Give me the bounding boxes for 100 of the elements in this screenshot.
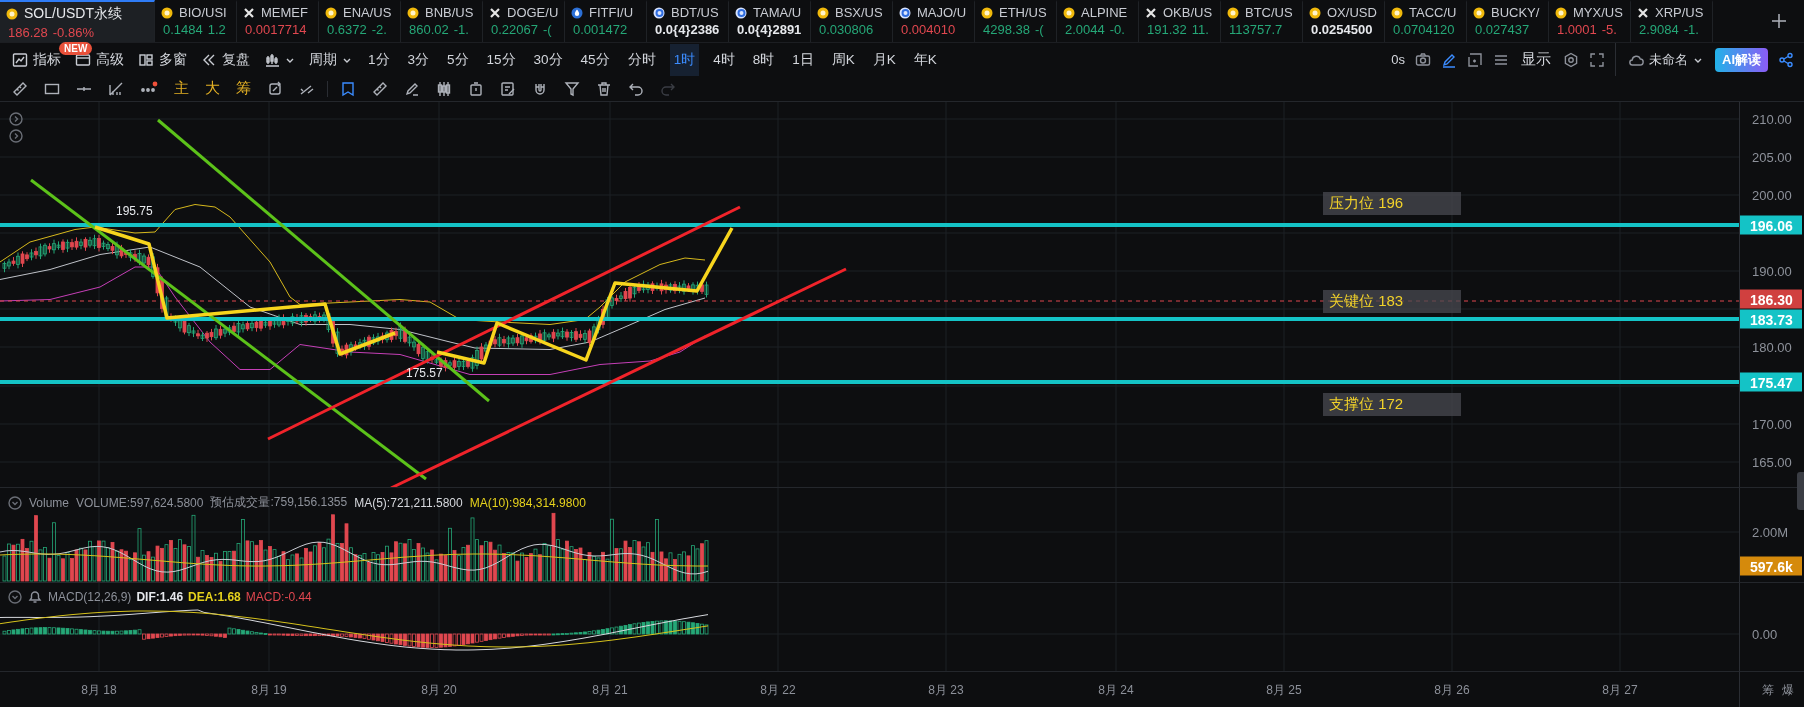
- ticker-price: 0.1484: [163, 22, 203, 37]
- ticker-price: 0.001472: [573, 22, 628, 37]
- date-axis-label: 8月 24: [1098, 682, 1134, 699]
- ma10-value: MA(10):984,314.9800: [469, 495, 586, 510]
- period-tab[interactable]: 1日: [788, 43, 818, 76]
- period-tab[interactable]: 5分: [443, 43, 473, 76]
- ticker-tab[interactable]: DOGE/U 0.22067 -(: [483, 0, 565, 42]
- ticker-tab[interactable]: OKB/US 191.32 11.: [1139, 0, 1221, 42]
- ticker-price: 1.0001: [1557, 22, 1597, 37]
- date-axis-label: 8月 18: [81, 682, 117, 699]
- side-label[interactable]: 筹: [1762, 682, 1774, 699]
- ticker-change: -(: [1035, 22, 1044, 37]
- ticker-change: -0.86%: [52, 25, 94, 40]
- layout-name-button[interactable]: 未命名: [1626, 47, 1705, 72]
- ticker-tab[interactable]: ALPINE 2.0044 -0.: [1057, 0, 1139, 42]
- period-tab[interactable]: 8时: [748, 43, 779, 76]
- ticker-price: 860.02: [409, 22, 449, 37]
- ticker-tab[interactable]: BNB/US 860.02 -1.: [401, 0, 483, 42]
- ticker-tab[interactable]: MYX/US 1.0001 -5.: [1549, 0, 1631, 42]
- period-tab[interactable]: 周K: [827, 43, 859, 76]
- ticker-change: -1.: [453, 22, 469, 37]
- ticker-price: 0.027437: [1475, 22, 1530, 37]
- ticker-symbol: DOGE/U: [507, 5, 559, 20]
- ticker-change: -(: [543, 22, 552, 37]
- shortcut-button[interactable]: 筹: [236, 79, 251, 98]
- ticker-symbol: BSX/US: [835, 5, 883, 20]
- volume-value: VOLUME:597,624.5800: [76, 495, 204, 510]
- ticker-symbol: BUCKY/: [1491, 5, 1540, 20]
- shortcut-button[interactable]: 主: [174, 79, 189, 98]
- ticker-price: 4298.38: [983, 22, 1030, 37]
- period-tab[interactable]: 月K: [868, 43, 900, 76]
- price-axis-label: 190.00: [1752, 263, 1792, 279]
- macd-axis-label: 0.00: [1752, 626, 1778, 642]
- price-axis-label: 210.00: [1752, 111, 1792, 127]
- estimated-volume: 预估成交量:759,156.1355: [210, 494, 348, 511]
- ticker-price: 0.0254500: [1311, 22, 1373, 37]
- period-menu[interactable]: 周期: [307, 47, 354, 72]
- ticker-tab[interactable]: TAMA/U 0.0{4}2891: [729, 0, 811, 42]
- display-button[interactable]: 显示: [1519, 47, 1553, 72]
- side-label[interactable]: 爆: [1782, 682, 1794, 699]
- price-axis-label: 205.00: [1752, 149, 1792, 165]
- period-tab[interactable]: 分时: [623, 43, 660, 76]
- ticker-tab[interactable]: BSX/US 0.030806: [811, 0, 893, 42]
- ticker-price: 0.0{4}2386: [655, 22, 720, 37]
- ticker-change: 1.2: [207, 22, 226, 37]
- price-axis-label: 170.00: [1752, 416, 1792, 432]
- period-tab[interactable]: 1分: [364, 43, 394, 76]
- level-annotation: 压力位 196: [1323, 192, 1461, 215]
- ticker-change: -2.: [371, 22, 387, 37]
- volume-axis-label: 2.00M: [1752, 524, 1789, 540]
- ticker-symbol: ALPINE: [1081, 5, 1128, 20]
- ticker-price: 113757.7: [1229, 22, 1283, 37]
- toolbar-button[interactable]: 复盘: [199, 47, 252, 72]
- ticker-tab[interactable]: ETH/US 4298.38 -(: [975, 0, 1057, 42]
- ticker-tab[interactable]: BIO/USI 0.1484 1.2: [155, 0, 237, 42]
- ticker-tab[interactable]: BDT/US 0.0{4}2386: [647, 0, 729, 42]
- price-tag: 183.73: [1740, 309, 1802, 329]
- ticker-tab[interactable]: BUCKY/ 0.027437: [1467, 0, 1549, 42]
- period-tab[interactable]: 45分: [576, 43, 614, 76]
- period-tab[interactable]: 年K: [909, 43, 941, 76]
- date-axis-label: 8月 23: [928, 682, 964, 699]
- ticker-tab[interactable]: FITFI/U 0.001472: [565, 0, 647, 42]
- shortcut-button[interactable]: 大: [205, 79, 220, 98]
- ticker-tab[interactable]: BTC/US 113757.7: [1221, 0, 1303, 42]
- ticker-symbol: BNB/US: [425, 5, 474, 20]
- date-axis-label: 8月 21: [592, 682, 628, 699]
- ticker-tab[interactable]: ENA/US 0.6372 -2.: [319, 0, 401, 42]
- ticker-symbol: ENA/US: [343, 5, 392, 20]
- ticker-tab[interactable]: SOL/USDT永续 186.28 -0.86%: [0, 0, 155, 42]
- ticker-symbol: TACC/U: [1409, 5, 1457, 20]
- period-tab[interactable]: 15分: [482, 43, 520, 76]
- last-price-tag: 186.30: [1740, 289, 1802, 309]
- high-price-label: 195.75: [116, 204, 153, 218]
- ticker-symbol: TAMA/U: [753, 5, 802, 20]
- date-axis-label: 8月 27: [1602, 682, 1638, 699]
- period-tab[interactable]: 3分: [403, 43, 434, 76]
- ticker-tab[interactable]: MAJO/U 0.004010: [893, 0, 975, 42]
- ticker-tab[interactable]: XRP/US 2.9084 -1.: [1631, 0, 1713, 42]
- price-tag: 175.47: [1740, 372, 1802, 392]
- ticker-tab[interactable]: TACC/U 0.0704120: [1385, 0, 1467, 42]
- ticker-tab[interactable]: MEMEF 0.0017714: [237, 0, 319, 42]
- ticker-price: 186.28: [8, 25, 48, 40]
- ticker-tab[interactable]: OX/USD 0.0254500: [1303, 0, 1385, 42]
- ma5-value: MA(5):721,211.5800: [354, 495, 463, 510]
- ticker-symbol: ETH/US: [999, 5, 1047, 20]
- toolbar-button[interactable]: 多窗: [136, 47, 189, 72]
- ticker-price: 0.22067: [491, 22, 538, 37]
- ticker-change: -0.: [1109, 22, 1125, 37]
- date-axis-label: 8月 19: [251, 682, 287, 699]
- period-tab[interactable]: 30分: [529, 43, 567, 76]
- ticker-symbol: BTC/US: [1245, 5, 1293, 20]
- date-axis-label: 8月 22: [760, 682, 796, 699]
- ticker-symbol: OX/USD: [1327, 5, 1377, 20]
- ticker-symbol: BIO/USI: [179, 5, 227, 20]
- ticker-price: 2.9084: [1639, 22, 1679, 37]
- level-annotation: 支撑位 172: [1323, 393, 1461, 416]
- ticker-price: 0.6372: [327, 22, 367, 37]
- ticker-symbol: MAJO/U: [917, 5, 967, 20]
- period-tab[interactable]: 1时: [669, 43, 700, 76]
- period-tab[interactable]: 4时: [709, 43, 739, 76]
